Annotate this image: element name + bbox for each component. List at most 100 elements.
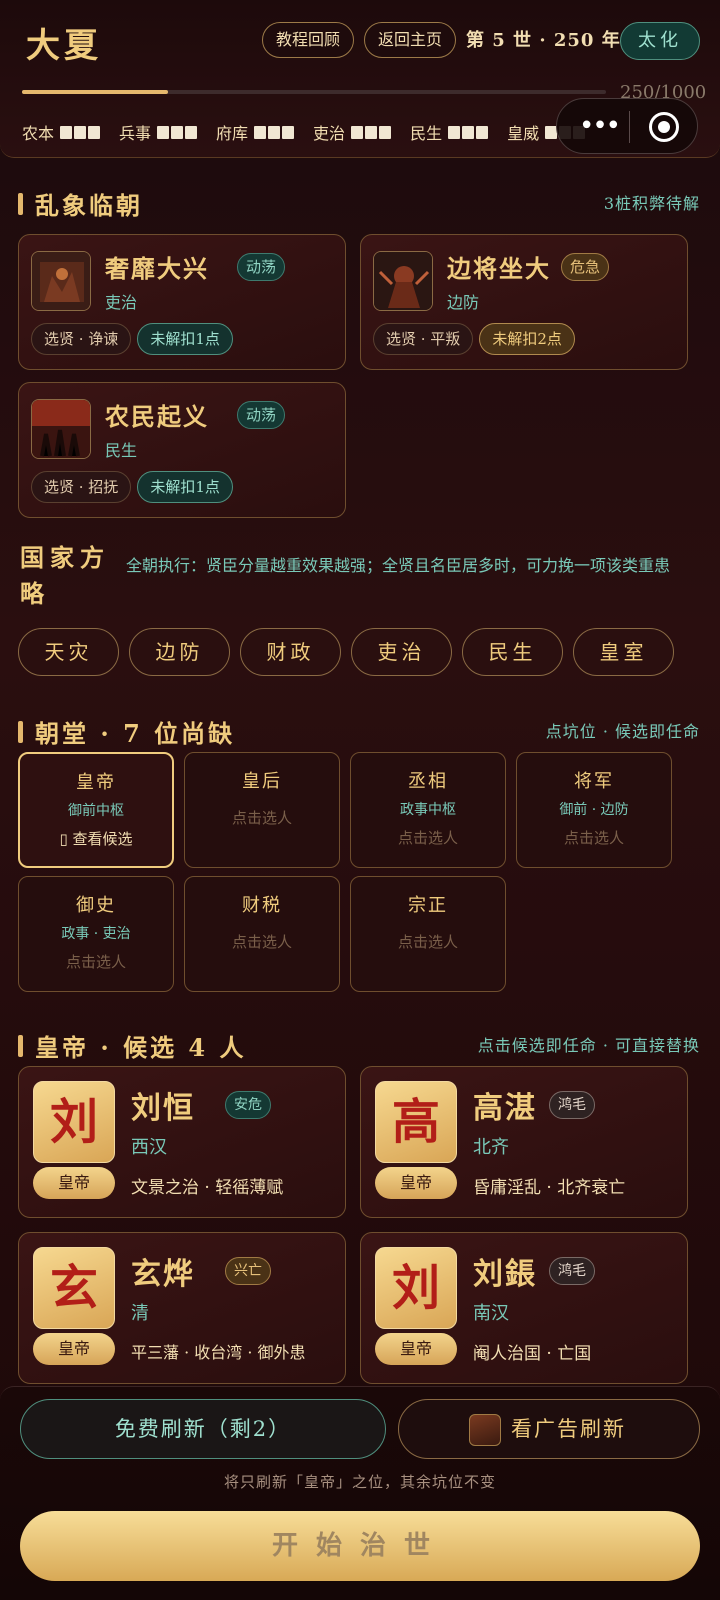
more-icon[interactable]: ••• bbox=[579, 111, 621, 141]
candidate-deeds: 平三藩 · 收台湾 · 御外患 bbox=[131, 1343, 306, 1362]
slot-name: 宗正 bbox=[408, 895, 448, 916]
candidates-icon: ▯ bbox=[59, 830, 68, 848]
crisis-action-chip[interactable]: 选贤 · 招抚 bbox=[31, 471, 132, 503]
capsule-divider bbox=[629, 111, 630, 143]
era-info: 第 5 世 · 250 年 bbox=[466, 30, 621, 51]
stat-label: 农本 bbox=[22, 124, 55, 143]
stat-treasury: 府库 bbox=[216, 120, 295, 144]
stat-label: 兵事 bbox=[119, 124, 152, 143]
candidate-name: 玄烨 bbox=[131, 1257, 195, 1292]
candidate-name: 高湛 bbox=[473, 1091, 537, 1126]
stat-livelihood: 民生 bbox=[410, 120, 489, 144]
crisis-actions: 选贤 · 招抚 未解扣1点 bbox=[31, 471, 233, 503]
tutorial-button[interactable]: 教程回顾 bbox=[262, 22, 354, 58]
top-bar: 大夏 教程回顾 返回主页 第 5 世 · 250 年 太化 250/1000 农… bbox=[0, 0, 720, 158]
candidate-dynasty: 北齐 bbox=[473, 1137, 509, 1158]
close-target-icon[interactable] bbox=[649, 112, 679, 142]
bottom-action-bar: 免费刷新（剩2） 看广告刷新 将只刷新「皇帝」之位，其余坑位不变 开始治世 bbox=[0, 1386, 720, 1600]
court-section-title: 朝堂 · 7 位尚缺 bbox=[35, 719, 236, 748]
reign-title-badge[interactable]: 太化 bbox=[620, 22, 700, 60]
slot-desc: 御前 · 边防 bbox=[559, 802, 629, 818]
slot-pick-hint: 点击选人 bbox=[563, 829, 624, 847]
court-slot-censor[interactable]: 御史 政事 · 吏治 点击选人 bbox=[18, 876, 174, 992]
dynasty-name: 大夏 bbox=[26, 26, 102, 66]
stats-row: 农本 兵事 府库 吏治 民生 皇威 bbox=[22, 120, 586, 144]
stat-pips bbox=[448, 125, 489, 139]
section-bar bbox=[18, 192, 23, 215]
court-slot-finance[interactable]: 财税 点击选人 bbox=[184, 876, 340, 992]
crisis-card[interactable]: 奢靡大兴 动荡 吏治 选贤 · 诤谏 未解扣1点 bbox=[18, 234, 346, 370]
crisis-action-chip[interactable]: 选贤 · 平叛 bbox=[373, 323, 474, 355]
progress-fill bbox=[22, 90, 168, 94]
strategy-description: 全朝执行：贤臣分量越重效果越强；全贤且名臣居多时，可力挽一项该类重患 bbox=[126, 556, 671, 575]
strategy-option-livelihood[interactable]: 民生 bbox=[462, 628, 563, 676]
ad-video-icon bbox=[469, 1414, 501, 1446]
miniprogram-capsule: ••• bbox=[556, 98, 698, 154]
court-slot-emperor[interactable]: 皇帝 御前中枢 ▯ 查看候选 bbox=[18, 752, 174, 868]
court-slot-clan[interactable]: 宗正 点击选人 bbox=[350, 876, 506, 992]
crisis-category: 吏治 bbox=[105, 293, 138, 312]
crisis-penalty-chip: 未解扣1点 bbox=[137, 471, 233, 503]
candidate-card[interactable]: 玄 皇帝 玄烨 兴亡 清 平三藩 · 收台湾 · 御外患 bbox=[18, 1232, 346, 1384]
crisis-category: 边防 bbox=[447, 293, 480, 312]
crisis-card[interactable]: 边将坐大 危急 边防 选贤 · 平叛 未解扣2点 bbox=[360, 234, 688, 370]
crisis-penalty-chip: 未解扣1点 bbox=[137, 323, 233, 355]
candidate-role: 皇帝 bbox=[375, 1167, 457, 1199]
candidate-name: 刘鋹 bbox=[473, 1257, 537, 1292]
ad-refresh-button[interactable]: 看广告刷新 bbox=[398, 1399, 700, 1459]
crisis-action-chip[interactable]: 选贤 · 诤谏 bbox=[31, 323, 132, 355]
court-slot-chancellor[interactable]: 丞相 政事中枢 点击选人 bbox=[350, 752, 506, 868]
stat-label: 民生 bbox=[410, 124, 443, 143]
candidate-role: 皇帝 bbox=[33, 1333, 115, 1365]
candidate-card[interactable]: 高 皇帝 高湛 鸿毛 北齐 昏庸淫乱 · 北齐衰亡 bbox=[360, 1066, 688, 1218]
stat-pips bbox=[157, 125, 198, 139]
candidate-seal: 刘 bbox=[33, 1081, 115, 1163]
slot-pick-hint: 点击选人 bbox=[397, 829, 458, 847]
slot-name: 皇帝 bbox=[76, 772, 116, 793]
candidate-tag: 兴亡 bbox=[225, 1257, 271, 1285]
candidate-tag: 鸿毛 bbox=[549, 1091, 595, 1119]
candidate-tag: 安危 bbox=[225, 1091, 271, 1119]
crisis-image-icon bbox=[31, 251, 91, 311]
crisis-card[interactable]: 农民起义 动荡 民生 选贤 · 招抚 未解扣1点 bbox=[18, 382, 346, 518]
slot-name: 丞相 bbox=[408, 771, 448, 792]
strategy-option-royal[interactable]: 皇室 bbox=[573, 628, 674, 676]
home-button[interactable]: 返回主页 bbox=[364, 22, 456, 58]
court-slot-general[interactable]: 将军 御前 · 边防 点击选人 bbox=[516, 752, 672, 868]
candidate-card[interactable]: 刘 皇帝 刘鋹 鸿毛 南汉 阉人治国 · 亡国 bbox=[360, 1232, 688, 1384]
strategy-options: 天灾 边防 财政 吏治 民生 皇室 bbox=[18, 628, 674, 676]
slot-name: 御史 bbox=[76, 895, 116, 916]
candidate-section-header: 皇帝 · 候选 4 人 bbox=[18, 1028, 246, 1063]
strategy-option-finance[interactable]: 财政 bbox=[240, 628, 341, 676]
crisis-image-icon bbox=[31, 399, 91, 459]
candidate-card[interactable]: 刘 皇帝 刘恒 安危 西汉 文景之治 · 轻徭薄赋 bbox=[18, 1066, 346, 1218]
stat-pips bbox=[351, 125, 392, 139]
stat-label: 府库 bbox=[216, 124, 249, 143]
stat-label: 吏治 bbox=[313, 124, 346, 143]
slot-name: 财税 bbox=[242, 895, 282, 916]
view-candidates-link[interactable]: ▯ 查看候选 bbox=[20, 828, 172, 849]
slot-pick-hint: 点击选人 bbox=[397, 933, 458, 951]
candidate-name: 刘恒 bbox=[131, 1091, 195, 1126]
stat-agriculture: 农本 bbox=[22, 120, 101, 144]
start-reign-button[interactable]: 开始治世 bbox=[20, 1511, 700, 1581]
strategy-option-governance[interactable]: 吏治 bbox=[351, 628, 452, 676]
crisis-title: 奢靡大兴 bbox=[105, 254, 209, 283]
court-slot-empress[interactable]: 皇后 点击选人 bbox=[184, 752, 340, 868]
strategy-option-border[interactable]: 边防 bbox=[129, 628, 230, 676]
candidate-deeds: 阉人治国 · 亡国 bbox=[473, 1344, 592, 1364]
candidate-deeds: 昏庸淫乱 · 北齐衰亡 bbox=[473, 1178, 626, 1198]
crisis-section-title: 乱象临朝 bbox=[35, 191, 143, 220]
candidate-section-title: 皇帝 · 候选 4 人 bbox=[35, 1033, 247, 1062]
crisis-severity-tag: 危急 bbox=[561, 253, 610, 281]
slot-desc: 政事 · 吏治 bbox=[61, 926, 131, 942]
candidate-seal: 高 bbox=[375, 1081, 457, 1163]
strategy-option-disaster[interactable]: 天灾 bbox=[18, 628, 119, 676]
progress-bar bbox=[22, 90, 606, 94]
crisis-image-icon bbox=[373, 251, 433, 311]
candidate-deeds: 文景之治 · 轻徭薄赋 bbox=[131, 1178, 284, 1198]
free-refresh-button[interactable]: 免费刷新（剩2） bbox=[20, 1399, 386, 1459]
candidate-tag: 鸿毛 bbox=[549, 1257, 595, 1285]
stat-pips bbox=[60, 125, 101, 139]
slot-desc: 御前中枢 bbox=[68, 803, 124, 819]
